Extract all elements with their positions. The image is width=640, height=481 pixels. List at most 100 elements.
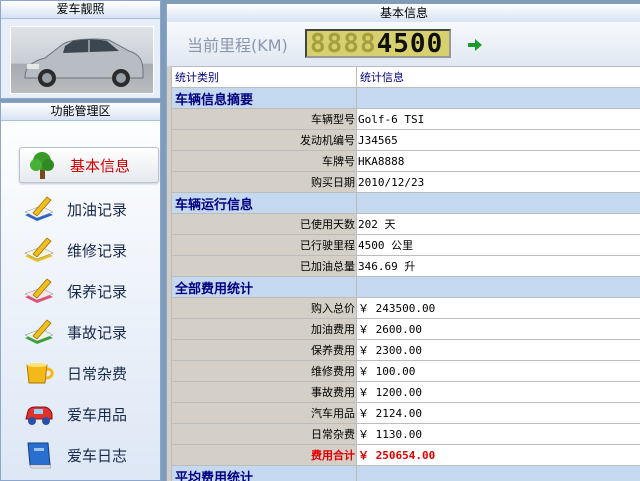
table-row: 事故费用 ￥ 1200.00 bbox=[171, 381, 640, 403]
car-photo-panel: 爱车靓照 bbox=[0, 0, 161, 99]
table-row: 汽车用品 ￥ 2124.00 bbox=[171, 402, 640, 424]
section-filler bbox=[356, 87, 640, 109]
notepad-pen-icon bbox=[24, 278, 54, 303]
menu-item-basic-info[interactable]: 基本信息 bbox=[19, 147, 159, 183]
toy-car-icon bbox=[25, 406, 53, 425]
table-row: 日常杂费 ￥ 1130.00 bbox=[171, 423, 640, 445]
total-key: 费用合计 bbox=[171, 444, 357, 466]
car-photo-title: 爱车靓照 bbox=[1, 1, 160, 19]
function-panel-title: 功能管理区 bbox=[1, 103, 160, 121]
row-key: 事故费用 bbox=[171, 381, 357, 403]
row-value: 202 天 bbox=[356, 213, 640, 235]
menu-item-maintenance-records[interactable]: 保养记录 bbox=[17, 273, 159, 309]
row-value: 4500 公里 bbox=[356, 234, 640, 256]
section-row: 平均费用统计 bbox=[171, 465, 640, 481]
section-filler bbox=[356, 465, 640, 481]
menu-item-label: 爱车日志 bbox=[67, 446, 128, 465]
car-image bbox=[24, 38, 144, 87]
row-key: 汽车用品 bbox=[171, 402, 357, 424]
menu-item-label: 日常杂费 bbox=[67, 364, 128, 383]
row-value: 2010/12/23 bbox=[356, 171, 640, 193]
total-row: 费用合计 ￥ 250654.00 bbox=[171, 444, 640, 466]
row-key: 已行驶里程 bbox=[171, 234, 357, 256]
tree-icon bbox=[30, 152, 54, 179]
row-value: 346.69 升 bbox=[356, 255, 640, 277]
table-row: 维修费用 ￥ 100.00 bbox=[171, 360, 640, 382]
row-key: 购买日期 bbox=[171, 171, 357, 193]
notepad-pen-icon bbox=[24, 319, 54, 344]
odometer-value: 4500 bbox=[376, 29, 444, 58]
row-key: 购入总价 bbox=[171, 297, 357, 319]
section-title: 全部费用统计 bbox=[171, 276, 357, 298]
table-row: 已使用天数 202 天 bbox=[171, 213, 640, 235]
menu-item-label: 事故记录 bbox=[67, 323, 128, 342]
section-title: 车辆运行信息 bbox=[171, 192, 357, 214]
table-row: 购买日期 2010/12/23 bbox=[171, 171, 640, 193]
row-value: ￥ 100.00 bbox=[356, 360, 640, 382]
menu-item-car-diary[interactable]: 爱车日志 bbox=[17, 437, 159, 473]
menu-item-fuel-records[interactable]: 加油记录 bbox=[17, 191, 159, 227]
book-icon bbox=[27, 442, 52, 469]
row-value: ￥ 1200.00 bbox=[356, 381, 640, 403]
odometer-label: 当前里程(KM) bbox=[187, 36, 288, 55]
row-key: 维修费用 bbox=[171, 360, 357, 382]
odometer-display: 88884500 bbox=[305, 29, 451, 58]
section-row: 全部费用统计 bbox=[171, 276, 640, 298]
menu-item-label: 加油记录 bbox=[67, 200, 128, 219]
row-value: ￥ 243500.00 bbox=[356, 297, 640, 319]
stats-table-container: 统计类别 统计信息 车辆信息摘要 车辆型号 Golf-6 TSI 发动机编号 J34… bbox=[171, 66, 640, 481]
menu-item-daily-expenses[interactable]: 日常杂费 bbox=[17, 355, 159, 391]
table-header-row: 统计类别 统计信息 bbox=[171, 66, 640, 88]
table-row: 车牌号 HKA8888 bbox=[171, 150, 640, 172]
row-value: ￥ 1130.00 bbox=[356, 423, 640, 445]
total-value: ￥ 250654.00 bbox=[356, 444, 640, 466]
row-key: 车牌号 bbox=[171, 150, 357, 172]
section-filler bbox=[356, 276, 640, 298]
row-key: 已使用天数 bbox=[171, 213, 357, 235]
row-key: 加油费用 bbox=[171, 318, 357, 340]
menu-item-label: 维修记录 bbox=[67, 241, 128, 260]
odometer-ghost-digits: 8888 bbox=[310, 29, 377, 58]
row-key: 车辆型号 bbox=[171, 108, 357, 130]
table-row: 发动机编号 J34565 bbox=[171, 129, 640, 151]
row-value: J34565 bbox=[356, 129, 640, 151]
section-row: 车辆运行信息 bbox=[171, 192, 640, 214]
main-panel: 基本信息 当前里程(KM) 88884500 统计类别 统计信息 车辆信息摘要 … bbox=[166, 4, 640, 481]
table-row: 已加油总量 346.69 升 bbox=[171, 255, 640, 277]
section-title: 车辆信息摘要 bbox=[171, 87, 357, 109]
column-header-category: 统计类别 bbox=[171, 66, 357, 88]
row-value: ￥ 2124.00 bbox=[356, 402, 640, 424]
notepad-pen-icon bbox=[24, 237, 54, 262]
notepad-pen-icon bbox=[24, 196, 54, 221]
row-key: 已加油总量 bbox=[171, 255, 357, 277]
cup-icon bbox=[26, 363, 54, 384]
odometer-area: 当前里程(KM) 88884500 bbox=[167, 22, 640, 66]
section-row: 车辆信息摘要 bbox=[171, 87, 640, 109]
menu-item-label: 爱车用品 bbox=[67, 405, 128, 424]
menu-item-label: 保养记录 bbox=[67, 282, 128, 301]
row-key: 发动机编号 bbox=[171, 129, 357, 151]
table-row: 购入总价 ￥ 243500.00 bbox=[171, 297, 640, 319]
menu-item-car-supplies[interactable]: 爱车用品 bbox=[17, 396, 159, 432]
menu-item-accident-records[interactable]: 事故记录 bbox=[17, 314, 159, 350]
table-row: 已行驶里程 4500 公里 bbox=[171, 234, 640, 256]
row-value: ￥ 2300.00 bbox=[356, 339, 640, 361]
menu-item-repair-records[interactable]: 维修记录 bbox=[17, 232, 159, 268]
row-value: ￥ 2600.00 bbox=[356, 318, 640, 340]
row-value: HKA8888 bbox=[356, 150, 640, 172]
menu-item-label: 基本信息 bbox=[70, 156, 131, 175]
table-row: 车辆型号 Golf-6 TSI bbox=[171, 108, 640, 130]
row-key: 日常杂费 bbox=[171, 423, 357, 445]
column-header-info: 统计信息 bbox=[356, 66, 640, 88]
section-title: 平均费用统计 bbox=[171, 465, 357, 481]
table-row: 加油费用 ￥ 2600.00 bbox=[171, 318, 640, 340]
row-key: 保养费用 bbox=[171, 339, 357, 361]
arrow-right-icon[interactable] bbox=[467, 38, 483, 52]
car-photo bbox=[10, 26, 154, 94]
main-title: 基本信息 bbox=[167, 4, 640, 22]
table-row: 保养费用 ￥ 2300.00 bbox=[171, 339, 640, 361]
row-value: Golf-6 TSI bbox=[356, 108, 640, 130]
stats-table: 统计类别 统计信息 车辆信息摘要 车辆型号 Golf-6 TSI 发动机编号 J34… bbox=[171, 66, 640, 481]
section-filler bbox=[356, 192, 640, 214]
function-panel: 功能管理区 基本信息 加油记录 维修记录 保养记录 事故记录 日常杂费 爱车用品… bbox=[0, 102, 161, 481]
